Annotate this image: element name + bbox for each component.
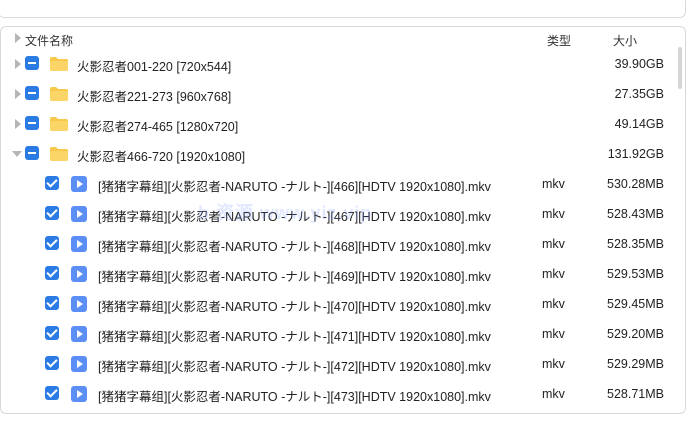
file-size: 529.29MB — [607, 357, 664, 371]
file-size: 529.45MB — [607, 297, 664, 311]
file-name: [猪猪字幕组][火影忍者-NARUTO -ナルト-][468][HDTV 192… — [98, 240, 491, 254]
video-file-icon — [71, 296, 87, 312]
file-type: mkv — [542, 297, 565, 311]
file-type: mkv — [542, 237, 565, 251]
file-checkbox[interactable] — [45, 176, 59, 190]
file-type: mkv — [542, 267, 565, 281]
file-size: 529.20MB — [607, 327, 664, 341]
folder-row[interactable]: 火影忍者221-273 [960x768] 27.35GB — [1, 79, 685, 109]
file-checkbox[interactable] — [45, 206, 59, 220]
video-file-icon — [71, 236, 87, 252]
folder-name: 火影忍者274-465 [1280x720] — [77, 120, 239, 134]
file-name: [猪猪字幕组][火影忍者-NARUTO -ナルト-][467][HDTV 192… — [98, 210, 491, 224]
file-row[interactable]: [猪猪字幕组][火影忍者-NARUTO -ナルト-][472][HDTV 192… — [1, 349, 685, 379]
folder-size: 49.14GB — [614, 117, 664, 131]
folder-name: 火影忍者466-720 [1920x1080] — [77, 150, 246, 164]
folder-name: 火影忍者221-273 [960x768] — [77, 90, 232, 104]
file-row[interactable]: [猪猪字幕组][火影忍者-NARUTO -ナルト-][468][HDTV 192… — [1, 229, 685, 259]
chevron-right-icon[interactable] — [15, 119, 21, 129]
file-name: [猪猪字幕组][火影忍者-NARUTO -ナルト-][471][HDTV 192… — [98, 330, 491, 344]
video-file-icon — [71, 356, 87, 372]
folder-icon — [50, 87, 68, 101]
file-row[interactable]: [猪猪字幕组][火影忍者-NARUTO -ナルト-][470][HDTV 192… — [1, 289, 685, 319]
column-header-type[interactable]: 类型 — [547, 32, 571, 49]
file-type: mkv — [542, 327, 565, 341]
file-type: mkv — [542, 387, 565, 401]
folder-checkbox[interactable] — [25, 146, 39, 160]
folder-row[interactable]: 火影忍者274-465 [1280x720] 49.14GB — [1, 109, 685, 139]
folder-name: 火影忍者001-220 [720x544] — [77, 60, 232, 74]
list-header: 文件名称 类型 大小 — [1, 27, 685, 51]
folder-checkbox[interactable] — [25, 86, 39, 100]
column-header-name[interactable]: 文件名称 — [25, 32, 73, 49]
file-list-panel: 文件名称 类型 大小 火影忍者001-220 [720x544] 39.90GB 火… — [0, 26, 686, 414]
file-size: 528.35MB — [607, 237, 664, 251]
folder-icon — [50, 147, 68, 161]
folder-row[interactable]: 火影忍者001-220 [720x544] 39.90GB — [1, 49, 685, 79]
chevron-right-icon[interactable] — [15, 89, 21, 99]
file-checkbox[interactable] — [45, 266, 59, 280]
file-type: mkv — [542, 177, 565, 191]
folder-size: 39.90GB — [614, 57, 664, 71]
file-size: 530.28MB — [607, 177, 664, 191]
file-row[interactable]: [猪猪字幕组][火影忍者-NARUTO -ナルト-][467][HDTV 192… — [1, 199, 685, 229]
file-checkbox[interactable] — [45, 296, 59, 310]
top-panel — [0, 0, 686, 18]
folder-size: 27.35GB — [614, 87, 664, 101]
folder-checkbox[interactable] — [25, 56, 39, 70]
file-name: [猪猪字幕组][火影忍者-NARUTO -ナルト-][470][HDTV 192… — [98, 300, 491, 314]
file-checkbox[interactable] — [45, 356, 59, 370]
file-row[interactable]: [猪猪字幕组][火影忍者-NARUTO -ナルト-][469][HDTV 192… — [1, 259, 685, 289]
file-name: [猪猪字幕组][火影忍者-NARUTO -ナルト-][466][HDTV 192… — [98, 180, 491, 194]
folder-row[interactable]: 火影忍者466-720 [1920x1080] 131.92GB — [1, 139, 685, 169]
video-file-icon — [71, 386, 87, 402]
header-expand-icon[interactable] — [15, 33, 21, 43]
file-size: 528.43MB — [607, 207, 664, 221]
chevron-down-icon[interactable] — [12, 151, 22, 157]
file-checkbox[interactable] — [45, 236, 59, 250]
file-type: mkv — [542, 357, 565, 371]
column-header-size[interactable]: 大小 — [613, 32, 637, 49]
file-checkbox[interactable] — [45, 326, 59, 340]
folder-icon — [50, 117, 68, 131]
folder-checkbox[interactable] — [25, 116, 39, 130]
video-file-icon — [71, 176, 87, 192]
file-name: [猪猪字幕组][火影忍者-NARUTO -ナルト-][473][HDTV 192… — [98, 390, 491, 404]
file-size: 528.71MB — [607, 387, 664, 401]
file-name: [猪猪字幕组][火影忍者-NARUTO -ナルト-][472][HDTV 192… — [98, 360, 491, 374]
folder-icon — [50, 57, 68, 71]
file-name: [猪猪字幕组][火影忍者-NARUTO -ナルト-][469][HDTV 192… — [98, 270, 491, 284]
file-row[interactable]: [猪猪字幕组][火影忍者-NARUTO -ナルト-][466][HDTV 192… — [1, 169, 685, 199]
video-file-icon — [71, 266, 87, 282]
file-type: mkv — [542, 207, 565, 221]
file-checkbox[interactable] — [45, 386, 59, 400]
chevron-right-icon[interactable] — [15, 59, 21, 69]
video-file-icon — [71, 326, 87, 342]
file-row[interactable]: [猪猪字幕组][火影忍者-NARUTO -ナルト-][473][HDTV 192… — [1, 379, 685, 409]
file-row[interactable]: [猪猪字幕组][火影忍者-NARUTO -ナルト-][471][HDTV 192… — [1, 319, 685, 349]
file-size: 529.53MB — [607, 267, 664, 281]
folder-size: 131.92GB — [607, 147, 664, 161]
video-file-icon — [71, 206, 87, 222]
